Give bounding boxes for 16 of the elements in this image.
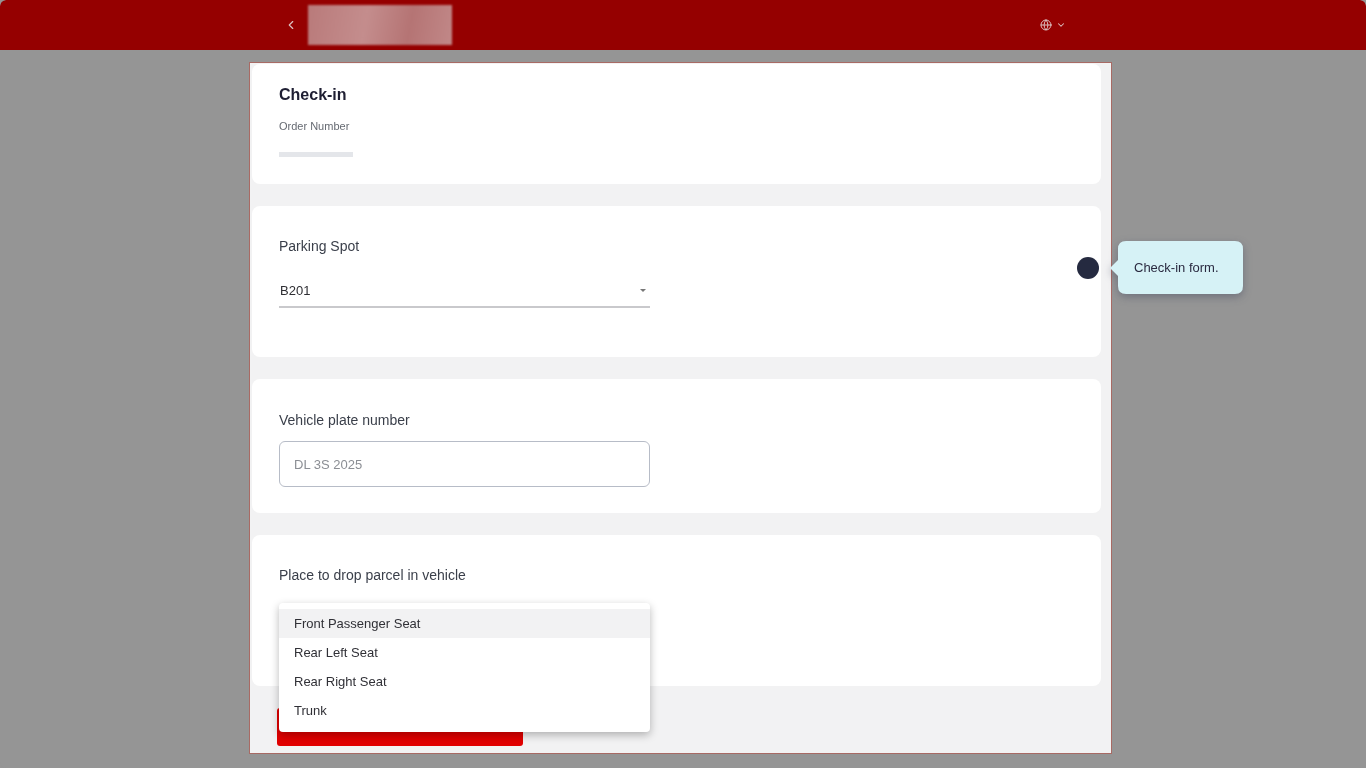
select-field[interactable]: B201 xyxy=(279,281,650,308)
menu-option[interactable]: Trunk xyxy=(279,696,650,725)
chevron-down-icon xyxy=(1056,20,1066,30)
field-label: Parking Spot xyxy=(279,237,360,255)
field-label: Order Number xyxy=(279,120,350,133)
field-label: Vehicle plate number xyxy=(279,411,410,429)
tooltip: Check-in form. xyxy=(1110,241,1243,294)
globe-icon xyxy=(1040,19,1052,31)
form-title: Check-in xyxy=(279,85,347,105)
menu-option[interactable]: Front Passenger Seat xyxy=(279,609,650,638)
language-button[interactable] xyxy=(1040,19,1066,31)
caret-down-icon xyxy=(640,289,646,292)
menu-option[interactable]: Rear Left Seat xyxy=(279,638,650,667)
input-field[interactable]: DL 3S 2025 xyxy=(279,441,650,487)
menu-option[interactable]: Rear Right Seat xyxy=(279,667,650,696)
field-label: Place to drop parcel in vehicle xyxy=(279,566,466,584)
